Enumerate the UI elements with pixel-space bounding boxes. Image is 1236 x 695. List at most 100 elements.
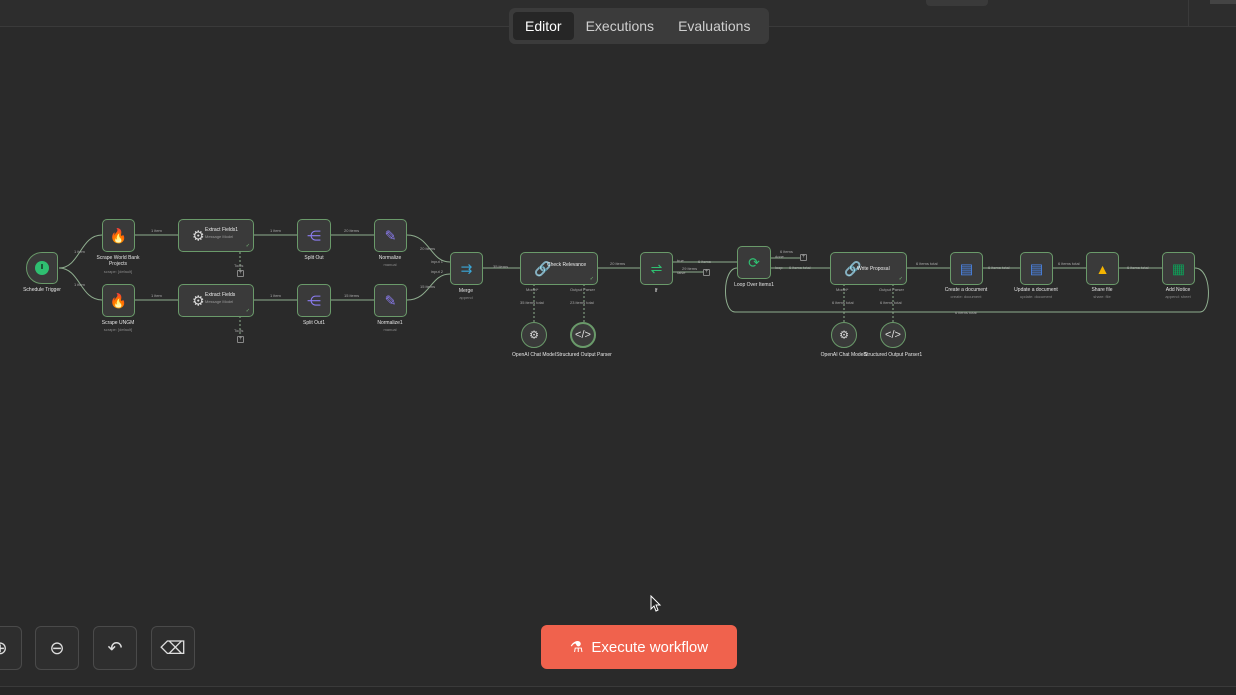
- scrape-ungm-node[interactable]: 🔥: [102, 284, 135, 317]
- edge-label: 15 items: [344, 293, 360, 298]
- sheets-icon: ▦: [1171, 260, 1186, 276]
- edge-label: 1 item: [270, 228, 281, 233]
- add-node-button[interactable]: +: [800, 254, 807, 261]
- split-icon: ⋲: [307, 292, 321, 308]
- normalize1-node[interactable]: ✎: [374, 284, 407, 317]
- node-sublabel: append: sheet: [1165, 294, 1191, 299]
- edge-label: 23 items total: [570, 300, 594, 305]
- openai-icon: ⚙: [529, 329, 539, 342]
- extract-fields1-node[interactable]: ⚙ Extract Fields1 Message Model ✓: [178, 219, 254, 252]
- view-tabs: Editor Executions Evaluations: [509, 8, 769, 44]
- node-label: Merge: [458, 288, 474, 294]
- node-sublabel: manual: [383, 262, 397, 267]
- share-file-node[interactable]: ▲: [1086, 252, 1119, 285]
- node-label: Structured Output Parser1: [863, 352, 923, 358]
- schedule-trigger-node[interactable]: [26, 252, 58, 284]
- node-sublabel: share: file: [1093, 294, 1111, 299]
- edge-label: 6 items: [780, 249, 793, 254]
- pencil-icon: ✎: [384, 292, 397, 308]
- add-tool-button[interactable]: +: [237, 270, 244, 277]
- update-document-node[interactable]: ▤: [1020, 252, 1053, 285]
- openai-chat-model1-node[interactable]: ⚙: [831, 322, 857, 348]
- tab-executions[interactable]: Executions: [574, 12, 666, 40]
- node-sublabel: scrape: [default]: [103, 269, 133, 274]
- zoom-in-icon: ⊕: [0, 638, 8, 659]
- node-subtitle: Message Model: [205, 299, 234, 304]
- tidy-up-button[interactable]: ⌫: [151, 626, 195, 670]
- node-label: Share file: [1091, 287, 1113, 293]
- edge-label: 1 item: [270, 293, 281, 298]
- check-icon: ✓: [245, 308, 250, 314]
- node-title: Check Relevance: [547, 262, 587, 268]
- node-label: Loop Over Items1: [734, 282, 774, 288]
- check-icon: ✓: [898, 276, 903, 282]
- merge-icon: ⇉: [460, 260, 473, 276]
- loop-over-items-node[interactable]: ⟳: [737, 246, 771, 279]
- pencil-icon: ✎: [384, 227, 397, 243]
- node-label: Normalize1: [377, 320, 403, 326]
- zoom-out-button[interactable]: ⊖: [35, 626, 79, 670]
- node-label: Add Notice: [1165, 287, 1191, 293]
- structured-output-parser-node[interactable]: </>: [570, 322, 596, 348]
- node-label: Scrape World Bank Projects: [96, 255, 140, 267]
- edge-label: 20 items: [420, 246, 436, 251]
- node-title: Extract Fields1: [205, 227, 239, 233]
- execute-workflow-button[interactable]: ⚗ Execute workflow: [541, 625, 737, 669]
- node-sublabel: manual: [383, 327, 397, 332]
- normalize-node[interactable]: ✎: [374, 219, 407, 252]
- split-icon: ⋲: [307, 227, 321, 243]
- edge-label: 1 item: [151, 228, 162, 233]
- fire-icon: 🔥: [109, 292, 128, 308]
- add-node-button[interactable]: +: [703, 269, 710, 276]
- node-label: Split Out: [304, 255, 324, 261]
- edge-label: 6 items total: [1127, 265, 1149, 270]
- edge-label: Model*: [526, 287, 539, 292]
- node-sublabel: scrape: [default]: [103, 327, 133, 332]
- create-document-node[interactable]: ▤: [950, 252, 983, 285]
- zoom-out-icon: ⊖: [49, 637, 65, 658]
- node-label: OpenAI Chat Model1: [820, 352, 868, 358]
- edge-label: 20 items: [344, 228, 360, 233]
- edge-label: input 1: [431, 259, 444, 264]
- fire-icon: 🔥: [109, 227, 128, 243]
- edge-label: input 2: [431, 269, 444, 274]
- extract-fields-node[interactable]: ⚙ Extract Fields Message Model ✓: [178, 284, 254, 317]
- check-icon: ✓: [589, 276, 594, 282]
- split-out1-node[interactable]: ⋲: [297, 284, 331, 317]
- workflow-canvas[interactable]: Schedule Trigger 🔥 Scrape World Bank Pro…: [0, 0, 1236, 694]
- node-sublabel: update: document: [1019, 294, 1053, 299]
- scrape-world-bank-node[interactable]: 🔥: [102, 219, 135, 252]
- node-sublabel: create: document: [950, 294, 982, 299]
- node-title: Write Proposal: [857, 266, 890, 272]
- clock-icon: [35, 261, 49, 275]
- split-out-node[interactable]: ⋲: [297, 219, 331, 252]
- edge-label: 35 items total: [520, 300, 544, 305]
- add-tool-button[interactable]: +: [237, 336, 244, 343]
- check-relevance-node[interactable]: 🔗 Check Relevance ✓: [520, 252, 598, 285]
- execute-label: Execute workflow: [591, 638, 709, 656]
- edge-label: Model*: [836, 287, 849, 292]
- if-icon: ⇌: [650, 260, 663, 276]
- undo-button[interactable]: ↶: [93, 626, 137, 670]
- code-icon: </>: [885, 329, 901, 341]
- structured-output-parser1-node[interactable]: </>: [880, 322, 906, 348]
- code-icon: </>: [575, 329, 591, 341]
- edge-label: 6 items total: [988, 265, 1010, 270]
- tab-evaluations[interactable]: Evaluations: [666, 12, 762, 40]
- openai-chat-model-node[interactable]: ⚙: [521, 322, 547, 348]
- mouse-cursor-icon: [650, 595, 662, 612]
- node-label: Split Out1: [303, 320, 325, 326]
- add-notice-node[interactable]: ▦: [1162, 252, 1195, 285]
- edge-label: true: [677, 258, 684, 263]
- zoom-in-button[interactable]: ⊕: [0, 626, 22, 670]
- edge-label: done: [775, 254, 784, 259]
- node-label: Create a document: [944, 287, 988, 293]
- connections-layer: [58, 234, 1209, 336]
- edge-label: 1 item: [151, 293, 162, 298]
- merge-node[interactable]: ⇉: [450, 252, 483, 285]
- tab-editor[interactable]: Editor: [513, 12, 574, 40]
- edge-label: loop: [775, 265, 783, 270]
- if-node[interactable]: ⇌: [640, 252, 673, 285]
- openai-icon: ⚙: [839, 329, 849, 342]
- write-proposal-node[interactable]: 🔗 Write Proposal ✓: [830, 252, 907, 285]
